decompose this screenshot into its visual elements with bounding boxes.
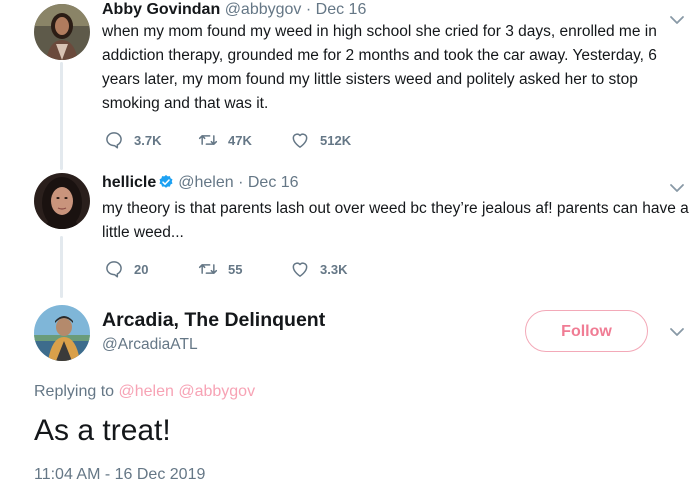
avatar-hellicle[interactable] [34, 173, 90, 229]
tweet1-date[interactable]: Dec 16 [316, 1, 367, 18]
heart-icon [292, 133, 308, 148]
reply-count: 20 [134, 261, 149, 277]
replying-to: Replying to @helen @abbygov [34, 383, 255, 401]
retweet-button[interactable]: 55 [198, 257, 242, 281]
mention-abbygov[interactable]: @abbygov [178, 383, 255, 400]
tweet2-actions: 20 55 3.3K [104, 257, 404, 281]
tweet2-separator: · [238, 174, 244, 191]
tweet1-author-name[interactable]: Abby Govindan [102, 1, 220, 18]
retweet-count: 47K [228, 132, 252, 148]
tweet2-author-name[interactable]: hellicle [102, 174, 156, 191]
heart-icon [292, 262, 308, 277]
avatar-arcadia[interactable] [34, 305, 90, 361]
retweet-icon [198, 135, 218, 145]
reply-button[interactable]: 20 [104, 257, 148, 281]
tweet1-handle[interactable]: @abbygov [225, 1, 302, 18]
thread-line-1 [60, 62, 63, 170]
like-count: 3.3K [320, 261, 348, 277]
verified-badge-icon [159, 175, 173, 188]
tweet1-header: Abby Govindan @abbygov · Dec 16 [102, 0, 366, 20]
tweet2-header: hellicle @helen · Dec 16 [102, 173, 299, 193]
reply-icon [106, 132, 122, 149]
like-button[interactable]: 3.3K [290, 257, 347, 281]
reply-button[interactable]: 3.7K [104, 128, 161, 152]
main-author-handle[interactable]: @ArcadiaATL [102, 336, 198, 354]
tweet1-text: when my mom found my weed in high school… [102, 23, 657, 112]
chevron-down-icon[interactable] [669, 326, 685, 338]
avatar-abby[interactable] [34, 4, 90, 60]
thread-line-2 [60, 236, 63, 298]
retweet-icon [198, 264, 218, 274]
reply-count: 3.7K [134, 132, 162, 148]
tweet2-date[interactable]: Dec 16 [248, 174, 299, 191]
main-author-name[interactable]: Arcadia, The Delinquent [102, 309, 325, 332]
reply-icon [106, 261, 122, 278]
tweet2-text: my theory is that parents lash out over … [102, 200, 689, 241]
main-tweet-text: As a treat! [34, 414, 171, 447]
chevron-down-icon[interactable] [669, 182, 685, 194]
replying-label: Replying to [34, 383, 115, 400]
tweet1-separator: · [305, 1, 312, 18]
retweet-count: 55 [228, 261, 243, 277]
main-tweet-timestamp[interactable]: 11:04 AM - 16 Dec 2019 [34, 466, 205, 484]
like-count: 512K [320, 132, 352, 148]
follow-button[interactable]: Follow [525, 310, 648, 352]
mention-helen[interactable]: @helen [119, 383, 174, 400]
like-button[interactable]: 512K [290, 128, 351, 152]
tweet1-actions: 3.7K 47K 512K [104, 128, 404, 152]
retweet-button[interactable]: 47K [198, 128, 252, 152]
tweet2-handle[interactable]: @helen [178, 174, 233, 191]
